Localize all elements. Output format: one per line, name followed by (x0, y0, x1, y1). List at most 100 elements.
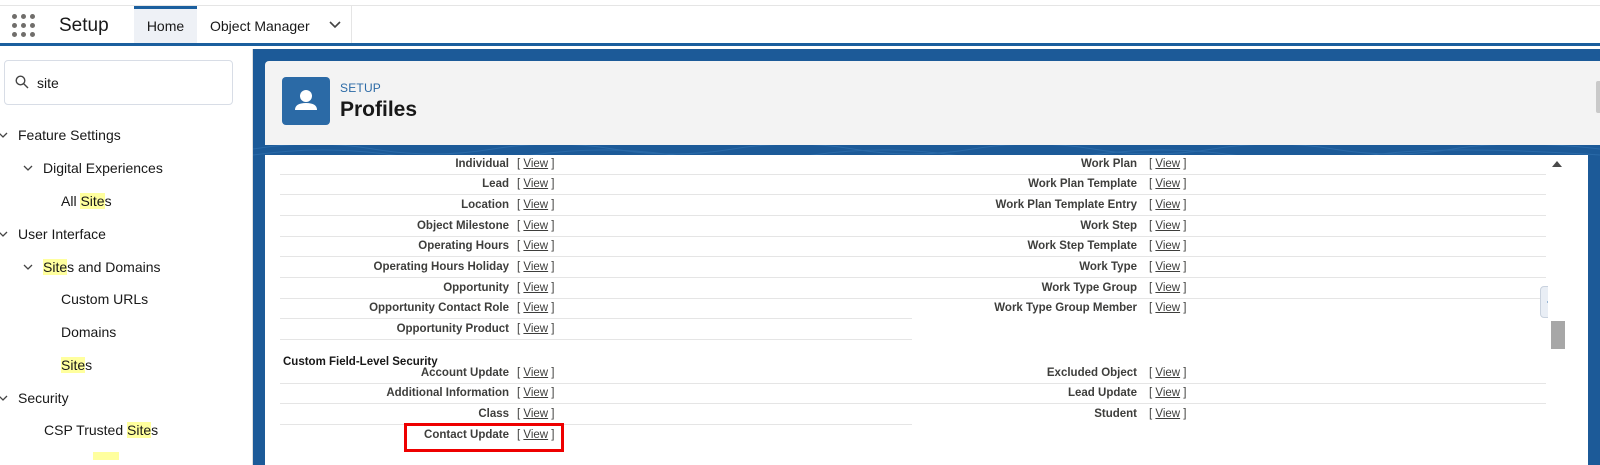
sidebar-item-label: Sites (61, 357, 93, 373)
object-label: Work Plan Template Entry (995, 199, 1137, 211)
sidebar-item-sites-and-domains[interactable]: Sites and Domains (22, 259, 161, 275)
page-title: Profiles (340, 98, 418, 121)
scroll-up-icon[interactable] (1552, 161, 1562, 167)
view-action: [ View ] (1149, 387, 1187, 399)
sidebar-item-all-sites[interactable]: All Sites (61, 193, 112, 209)
view-action: [ View ] (517, 240, 555, 252)
sidebar-item-label: Digital Experiences (43, 160, 163, 176)
object-label: Work Step (1080, 220, 1137, 232)
view-link[interactable]: View (523, 302, 548, 314)
table-row: Work Plan Template Entry [ View ] (912, 196, 1546, 216)
view-action: [ View ] (1149, 199, 1187, 211)
sidebar-item-sites[interactable]: Sites (61, 357, 92, 373)
view-link[interactable]: View (523, 408, 548, 420)
table-row: Operating Hours Holiday [ View ] (280, 258, 912, 278)
view-link[interactable]: View (1155, 220, 1180, 232)
view-action: [ View ] (1149, 302, 1187, 314)
view-action: [ View ] (1149, 158, 1187, 170)
view-link[interactable]: View (523, 199, 548, 211)
chevron-down-icon[interactable] (329, 19, 341, 31)
tab-home[interactable]: Home (134, 6, 197, 43)
main-content: SETUP Profiles Individual [ View ] Lead … (253, 49, 1600, 465)
table-row: Work Type [ View ] (912, 258, 1546, 278)
view-link[interactable]: View (523, 220, 548, 232)
view-action: [ View ] (517, 282, 555, 294)
table-row: Work Type Group Member [ View ] (912, 299, 1546, 319)
sidebar-item-user-interface[interactable]: User Interface (0, 226, 106, 242)
chevron-down-icon[interactable] (0, 393, 8, 403)
setup-sidebar: Feature Settings Digital Experiences All… (0, 49, 253, 465)
table-row: Work Plan Template [ View ] (912, 175, 1546, 195)
object-label: Opportunity Contact Role (369, 302, 509, 314)
table-row: Work Step Template [ View ] (912, 237, 1546, 257)
object-label: Lead Update (1067, 387, 1137, 399)
table-row: Opportunity Product [ View ] (280, 320, 912, 340)
highlight-fragment (93, 452, 119, 460)
sidebar-item-label: CSP Trusted Sites (44, 422, 159, 438)
sidebar-item-label: Custom URLs (61, 291, 149, 307)
view-link[interactable]: View (523, 323, 548, 335)
table-row: Operating Hours [ View ] (280, 237, 912, 257)
sidebar-item-security[interactable]: Security (0, 390, 69, 406)
tab-object-manager[interactable]: Object Manager (198, 6, 352, 43)
view-action: [ View ] (517, 178, 555, 190)
table-row: Location [ View ] (280, 196, 912, 216)
sidebar-item-label: Domains (61, 324, 117, 340)
view-link[interactable]: View (523, 178, 548, 190)
view-link[interactable]: View (1155, 240, 1180, 252)
sidebar-item-digital-experiences[interactable]: Digital Experiences (22, 160, 163, 176)
view-link[interactable]: View (523, 387, 548, 399)
view-action: [ View ] (517, 323, 555, 335)
object-label: Object Milestone (416, 220, 509, 232)
sidebar-item-domains[interactable]: Domains (61, 324, 116, 340)
view-link[interactable]: View (1155, 282, 1180, 294)
quick-find-box[interactable] (4, 60, 233, 105)
object-label: Student (1094, 408, 1137, 420)
view-link[interactable]: View (523, 261, 548, 273)
view-link[interactable]: View (1155, 367, 1180, 379)
search-icon (15, 75, 29, 89)
chevron-down-icon[interactable] (23, 262, 33, 272)
app-title: Setup (59, 15, 109, 36)
sidebar-item-csp-trusted-sites[interactable]: CSP Trusted Sites (44, 422, 158, 438)
sidebar-item-feature-settings[interactable]: Feature Settings (0, 127, 121, 143)
table-row: Work Plan [ View ] (912, 155, 1546, 175)
view-link[interactable]: View (523, 367, 548, 379)
chevron-down-icon[interactable] (23, 163, 33, 173)
object-label: Work Type Group Member (994, 302, 1137, 314)
view-link[interactable]: View (523, 158, 548, 170)
quick-find-input[interactable] (37, 73, 222, 93)
table-row: Account Update [ View ] (280, 364, 912, 384)
sidebar-item-label: User Interface (18, 226, 106, 242)
view-link[interactable]: View (1155, 199, 1180, 211)
view-link[interactable]: View (1155, 178, 1180, 190)
view-link[interactable]: View (1155, 261, 1180, 273)
app-launcher-icon[interactable] (12, 14, 36, 38)
object-label: Work Type (1079, 261, 1137, 273)
view-action: [ View ] (517, 220, 555, 232)
sidebar-item-label: Sites and Domains (43, 259, 161, 275)
view-action: [ View ] (1149, 261, 1187, 273)
table-row: Object Milestone [ View ] (280, 217, 912, 237)
view-action: [ View ] (517, 367, 555, 379)
view-link[interactable]: View (1155, 158, 1180, 170)
view-link[interactable]: View (1155, 387, 1180, 399)
annotation-highlight (404, 423, 564, 452)
table-row: Student [ View ] (912, 405, 1546, 425)
view-action: [ View ] (1149, 367, 1187, 379)
view-link[interactable]: View (1155, 408, 1180, 420)
chevron-down-icon[interactable] (0, 130, 8, 140)
object-label: Individual (455, 158, 509, 170)
view-link[interactable]: View (523, 240, 548, 252)
scrollbar[interactable] (1548, 155, 1567, 465)
scroll-thumb[interactable] (1551, 321, 1565, 349)
view-action: [ View ] (1149, 178, 1187, 190)
chevron-down-icon[interactable] (0, 229, 8, 239)
view-link[interactable]: View (1155, 302, 1180, 314)
object-label: Account Update (420, 367, 509, 379)
page-header: SETUP Profiles (265, 61, 1600, 145)
object-label: Work Plan Template (1028, 178, 1137, 190)
view-link[interactable]: View (523, 282, 548, 294)
sidebar-item-custom-urls[interactable]: Custom URLs (61, 291, 148, 307)
view-action: [ View ] (1149, 282, 1187, 294)
